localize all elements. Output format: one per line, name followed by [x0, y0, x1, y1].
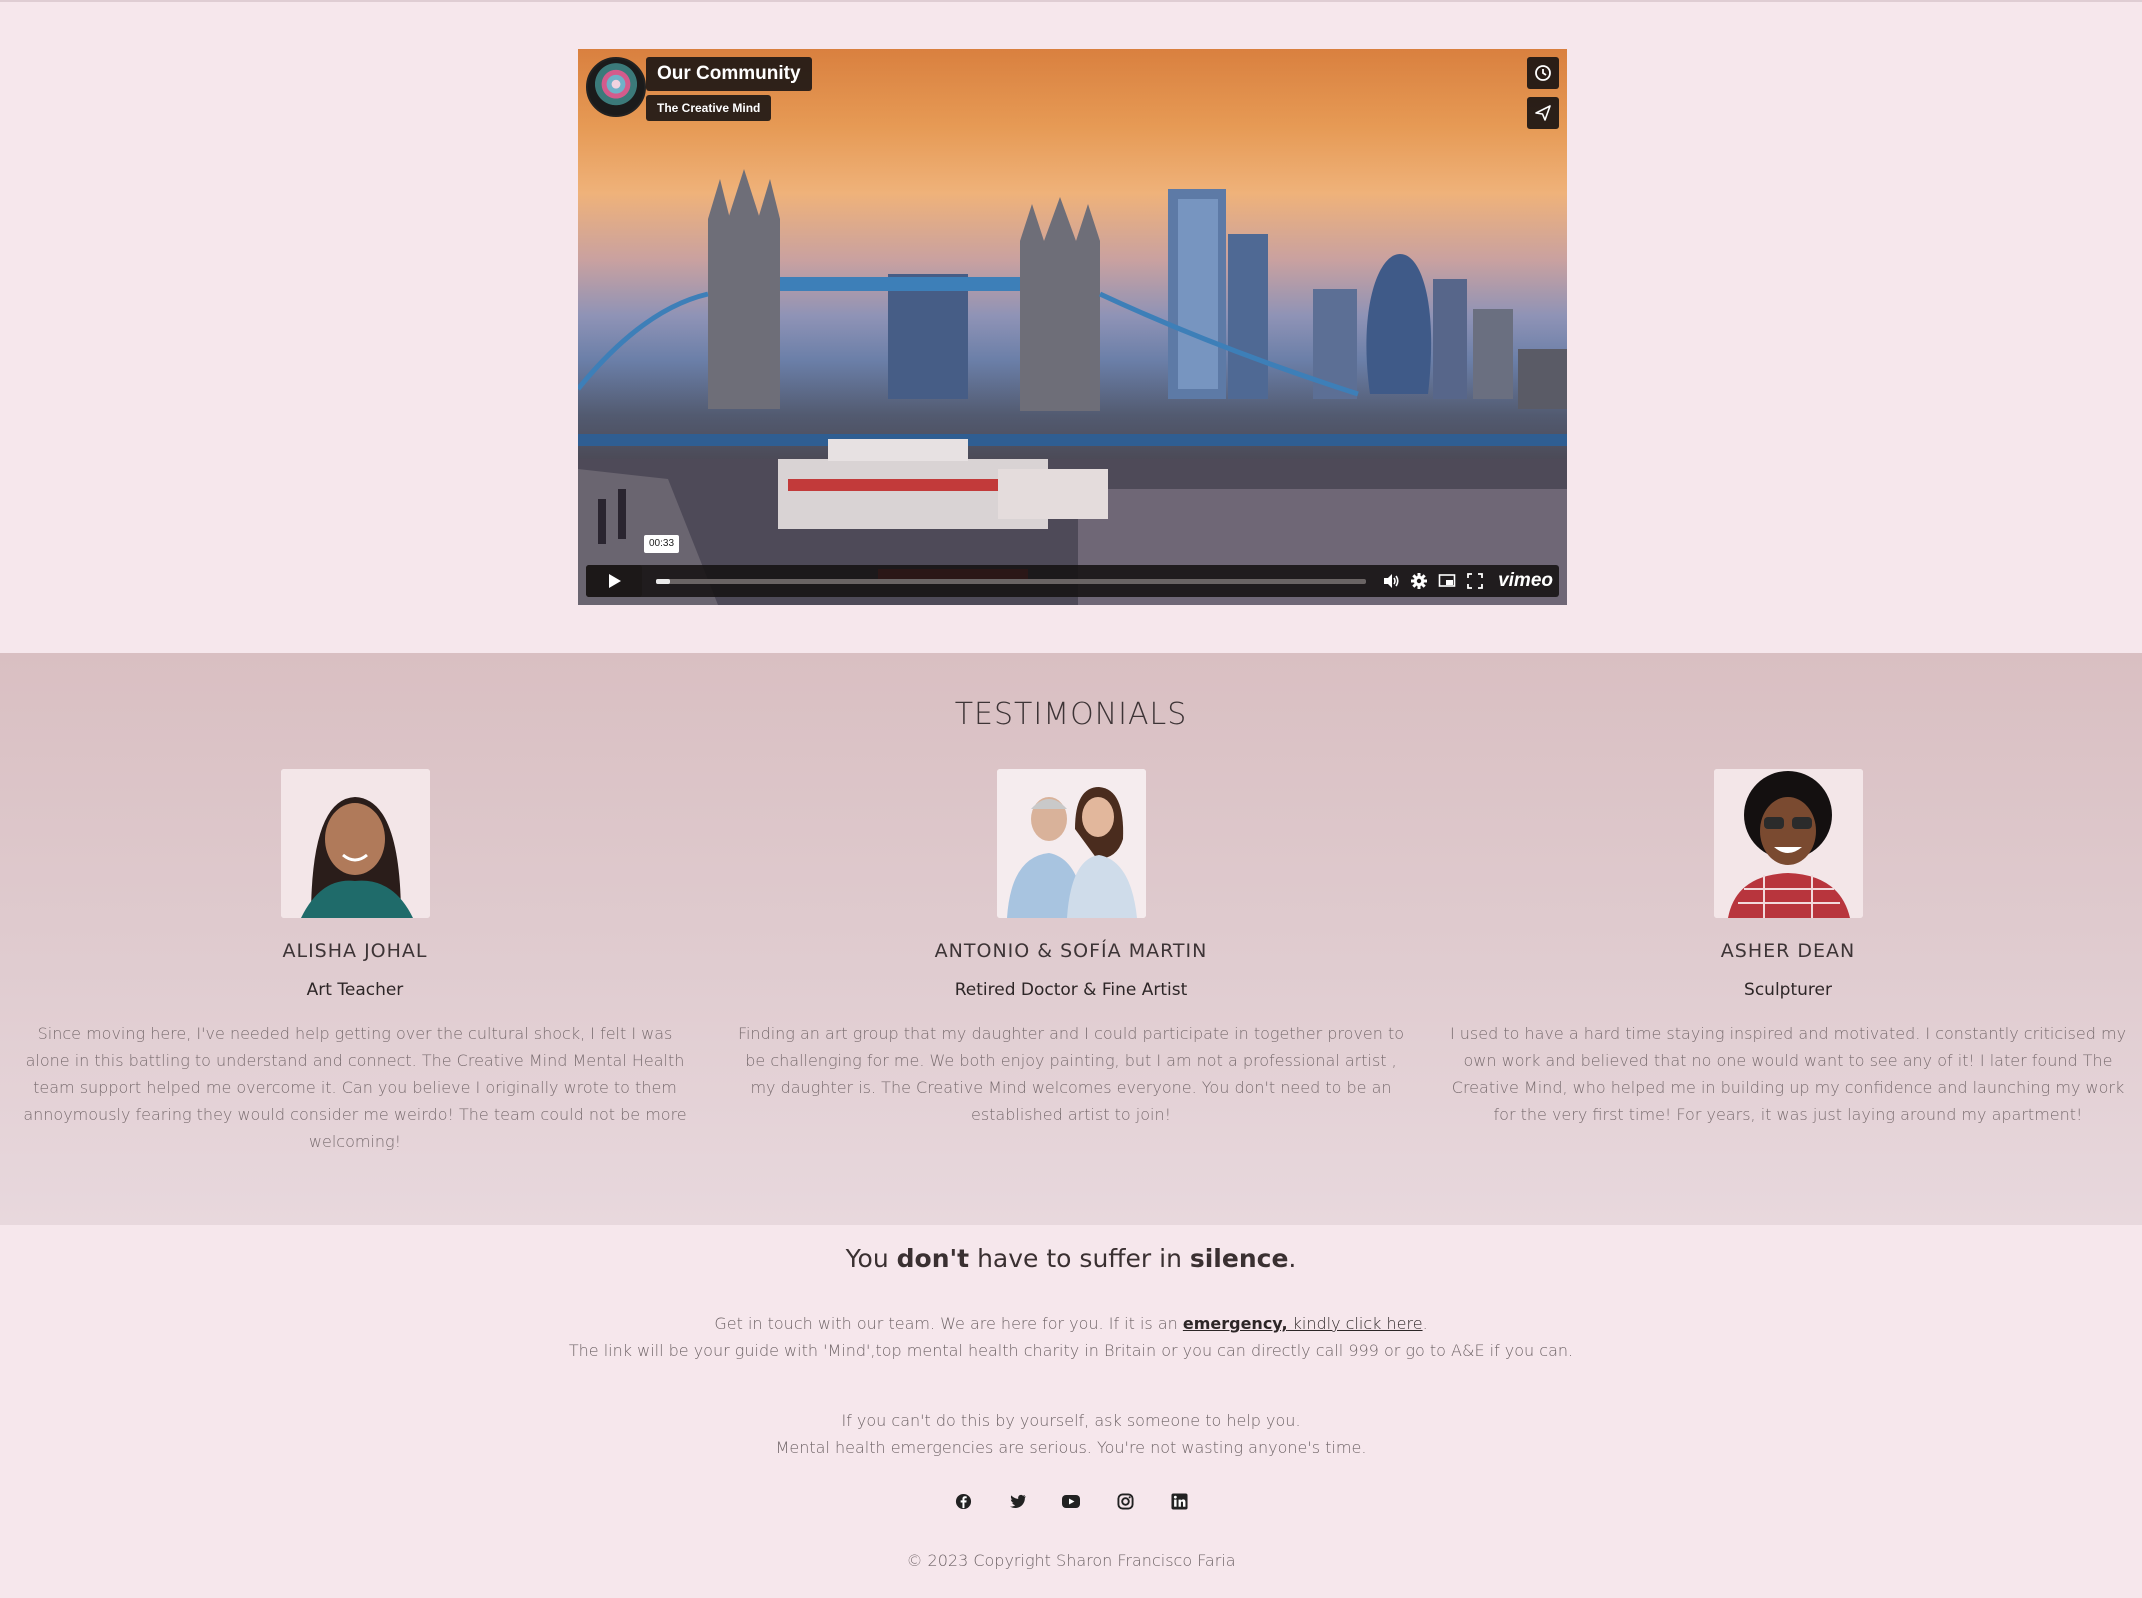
send-icon — [1535, 105, 1551, 121]
copyright: © 2023 Copyright Sharon Francisco Faria — [906, 1551, 1236, 1570]
linkedin-icon[interactable] — [1170, 1492, 1188, 1510]
youtube-icon[interactable] — [1062, 1492, 1080, 1510]
testimonial-card: ALISHA JOHAL Art Teacher Since moving he… — [15, 769, 695, 1155]
emergency-link[interactable]: emergency, kindly click here — [1183, 1314, 1423, 1333]
gear-icon — [1411, 573, 1428, 589]
help-line: Mental health emergencies are serious. Y… — [775, 1438, 1367, 1457]
testimonial-text: Since moving here, I've needed help gett… — [23, 1024, 687, 1151]
top-divider — [0, 0, 2142, 2]
video-player[interactable]: Our Community The Creative Mind 00:33 vi… — [578, 49, 1567, 605]
testimonial-role: Retired Doctor & Fine Artist — [954, 980, 1188, 1000]
play-button[interactable] — [586, 565, 642, 597]
progress-fill — [656, 579, 671, 584]
clock-icon — [1535, 65, 1551, 81]
volume-button[interactable] — [1382, 572, 1400, 590]
testimonials-section: TESTIMONIALS ALISHA JOHAL Art Teacher Si… — [0, 653, 2142, 1225]
time-tooltip: 00:33 — [644, 535, 680, 553]
video-controls: 00:33 vimeo — [586, 535, 1559, 597]
video-byline[interactable]: The Creative Mind — [646, 95, 772, 121]
section-heading: TESTIMONIALS — [954, 697, 1188, 732]
testimonial-photo — [996, 769, 1146, 918]
watch-later-button[interactable] — [1527, 57, 1559, 89]
contact-guidance: The link will be your guide with 'Mind',… — [568, 1341, 1574, 1360]
cta-headline: You don't have to suffer in silence. — [845, 1244, 1297, 1273]
help-paragraph: If you can't do this by yourself, ask so… — [0, 1407, 2142, 1461]
contact-paragraph: Get in touch with our team. We are here … — [0, 1310, 2142, 1364]
testimonial-photo — [280, 769, 430, 918]
testimonial-text: Finding an art group that my daughter an… — [737, 1024, 1405, 1124]
social-links — [0, 1492, 2142, 1510]
share-button[interactable] — [1527, 97, 1559, 129]
picture-in-picture-icon — [1438, 574, 1456, 587]
fullscreen-icon — [1467, 573, 1483, 589]
facebook-icon[interactable] — [954, 1492, 972, 1510]
video-title[interactable]: Our Community — [646, 57, 812, 91]
testimonial-role: Art Teacher — [306, 980, 404, 1000]
play-icon — [609, 574, 621, 588]
twitter-icon[interactable] — [1008, 1492, 1026, 1510]
fullscreen-button[interactable] — [1466, 572, 1484, 590]
testimonial-name: ASHER DEAN — [1720, 940, 1856, 962]
progress-bar[interactable] — [656, 579, 1366, 584]
testimonial-text: I used to have a hard time staying inspi… — [1449, 1024, 2127, 1124]
volume-icon — [1384, 574, 1399, 588]
testimonial-name: ALISHA JOHAL — [282, 940, 428, 962]
testimonial-card: ASHER DEAN Sculpturer I used to have a h… — [1448, 769, 2128, 1128]
vimeo-logo[interactable]: vimeo — [1498, 570, 1553, 592]
channel-avatar[interactable] — [586, 57, 646, 117]
testimonial-card: ANTONIO & SOFÍA MARTIN Retired Doctor & … — [731, 769, 1411, 1128]
testimonial-role: Sculpturer — [1744, 980, 1832, 1000]
settings-button[interactable] — [1410, 572, 1428, 590]
pip-button[interactable] — [1438, 572, 1456, 590]
instagram-icon[interactable] — [1116, 1492, 1134, 1510]
testimonial-name: ANTONIO & SOFÍA MARTIN — [934, 940, 1208, 962]
help-line: If you can't do this by yourself, ask so… — [841, 1411, 1301, 1430]
testimonial-photo — [1713, 769, 1863, 918]
video-thumbnail — [578, 169, 1567, 605]
